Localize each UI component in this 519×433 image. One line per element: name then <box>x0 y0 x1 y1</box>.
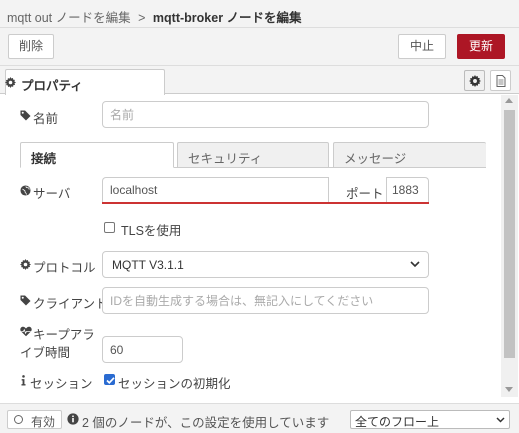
gear-icon <box>20 259 31 270</box>
clean-session-label[interactable]: セッションの初期化 <box>118 373 231 392</box>
chevron-down-icon <box>410 261 420 268</box>
breadcrumb: mqtt out ノードを編集 > mqtt-broker ノードを編集 <box>7 7 302 26</box>
client-id-input[interactable] <box>102 287 429 314</box>
info-icon <box>21 375 26 386</box>
cancel-button[interactable]: 中止 <box>398 34 446 59</box>
protocol-select-value: MQTT V3.1.1 <box>112 258 184 272</box>
scrollbar-thumb[interactable] <box>504 110 515 358</box>
checkmark-icon <box>106 377 115 385</box>
delete-button[interactable]: 削除 <box>8 34 54 59</box>
port-input[interactable] <box>386 177 429 204</box>
name-input[interactable] <box>102 101 429 128</box>
breadcrumb-parent[interactable]: mqtt out ノードを編集 <box>7 11 131 25</box>
scroll-up-icon[interactable] <box>505 98 513 103</box>
breadcrumb-current: mqtt-broker ノードを編集 <box>152 11 302 25</box>
tab-properties[interactable]: プロパティ <box>5 69 165 95</box>
gear-icon <box>5 77 16 88</box>
scope-select[interactable]: 全てのフロー上 <box>350 410 510 429</box>
tag-icon <box>20 110 31 121</box>
tab-messages[interactable]: メッセージ <box>333 142 486 168</box>
tls-checkbox[interactable] <box>104 222 115 233</box>
tab-description[interactable] <box>490 70 511 91</box>
usage-text: 2 個のノードが、この設定を使用しています <box>82 416 330 430</box>
scope-select-value: 全てのフロー上 <box>355 415 440 429</box>
port-label: ポート <box>346 187 384 201</box>
tab-properties-label: プロパティ <box>21 79 83 93</box>
enabled-label: 有効 <box>31 415 56 429</box>
breadcrumb-separator: > <box>138 11 146 25</box>
tab-connection[interactable]: 接続 <box>20 142 174 168</box>
server-input[interactable] <box>102 177 329 204</box>
document-icon <box>496 75 506 87</box>
scroll-down-icon[interactable] <box>505 387 513 392</box>
tag-icon <box>20 295 31 306</box>
validation-underline <box>102 202 429 204</box>
toggle-circle-icon <box>14 415 23 424</box>
info-circle-icon <box>67 413 79 425</box>
clean-session-checkbox[interactable] <box>104 374 115 385</box>
update-button[interactable]: 更新 <box>457 34 505 59</box>
tab-settings[interactable] <box>464 70 485 91</box>
tab-security[interactable]: セキュリティ <box>177 142 329 168</box>
heartbeat-icon <box>20 326 32 337</box>
chevron-down-icon <box>496 417 505 423</box>
globe-icon <box>20 185 31 196</box>
enabled-toggle-button[interactable]: 有効 <box>7 410 62 429</box>
keepalive-input[interactable] <box>102 336 183 363</box>
gear-icon <box>469 75 481 87</box>
tls-label[interactable]: TLSを使用 <box>121 220 181 239</box>
protocol-select[interactable]: MQTT V3.1.1 <box>102 251 429 278</box>
